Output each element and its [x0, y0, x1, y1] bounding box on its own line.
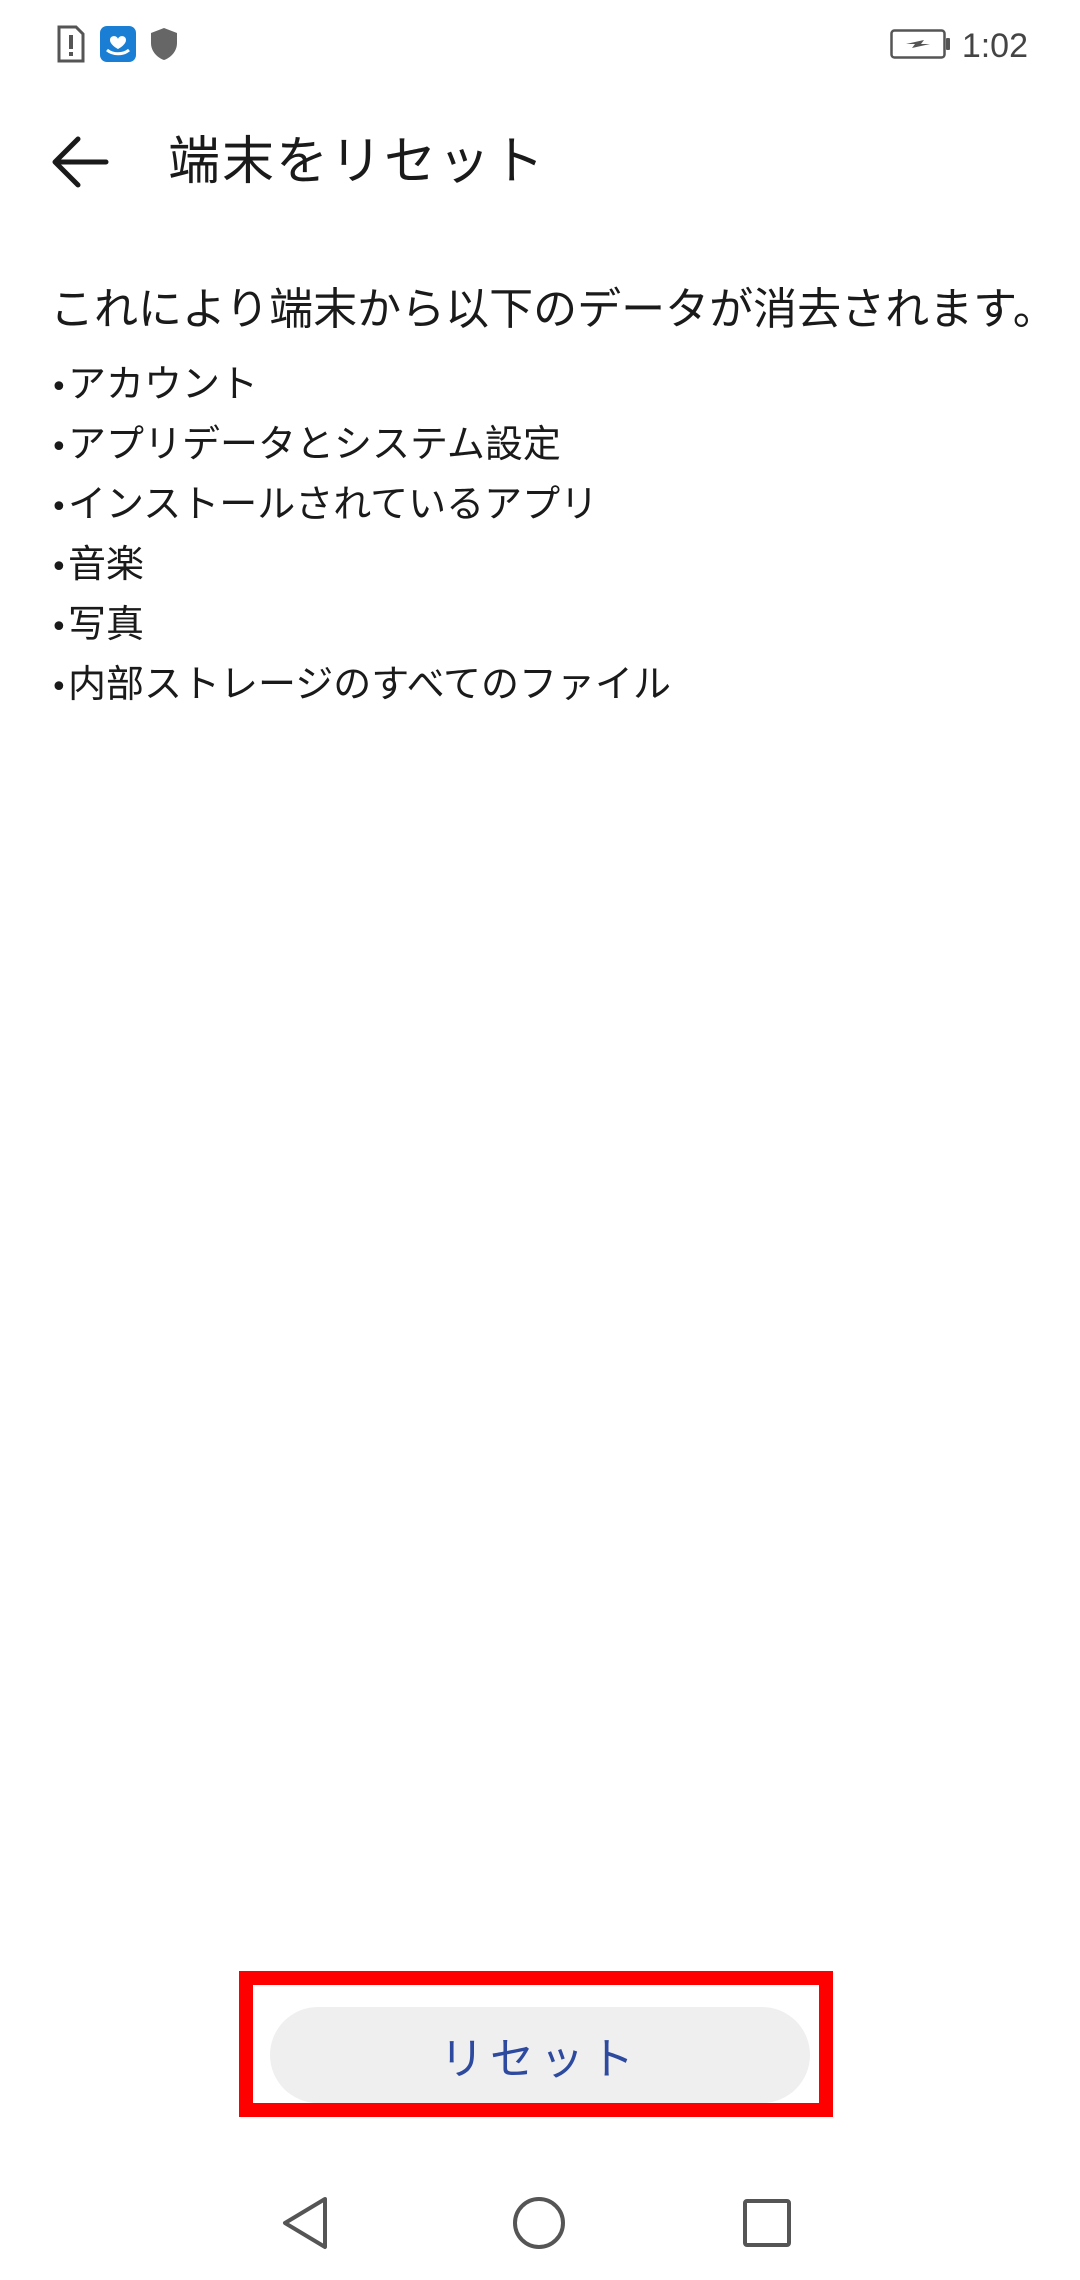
list-item: • アプリデータとシステム設定	[50, 416, 1080, 476]
app-notification-icon	[100, 26, 136, 66]
sim-alert-icon	[56, 25, 86, 67]
list-item: • インストールされているアプリ	[50, 476, 1080, 536]
list-item-label: 写真	[68, 602, 145, 646]
intro-text: これにより端末から以下のデータが消去されます。	[50, 284, 1057, 335]
page-title: 端末をリセット	[168, 132, 547, 192]
bullet: •	[50, 430, 68, 465]
list-item-label: 内部ストレージのすべてのファイル	[68, 662, 672, 706]
bullet: •	[50, 490, 68, 525]
status-icons-left	[56, 25, 178, 67]
list-item: • 音楽	[50, 536, 1080, 596]
battery-charging-icon	[890, 29, 952, 63]
list-item-label: インストールされているアプリ	[68, 482, 599, 526]
list-item-label: アカウント	[68, 362, 259, 406]
nav-recents-button[interactable]	[734, 2192, 800, 2258]
list-item: • アカウント	[50, 356, 1080, 416]
list-item-label: 音楽	[68, 542, 145, 586]
bullet: •	[50, 610, 68, 645]
status-icons-right: 1:02	[890, 24, 1028, 68]
bullet: •	[50, 670, 68, 705]
shield-icon	[150, 27, 178, 65]
status-time: 1:02	[961, 26, 1028, 65]
erased-data-list: • アカウント • アプリデータとシステム設定 • インストールされているアプリ…	[50, 356, 1080, 716]
home-circle-icon	[511, 2195, 567, 2255]
status-bar: 1:02	[0, 0, 1080, 92]
nav-back-button[interactable]	[272, 2192, 338, 2258]
back-button[interactable]	[44, 128, 116, 200]
nav-home-button[interactable]	[506, 2192, 572, 2258]
recents-square-icon	[742, 2198, 792, 2252]
app-bar: 端末をリセット	[0, 108, 1080, 216]
arrow-left-icon	[50, 134, 110, 194]
reset-button[interactable]: リセット	[270, 2007, 810, 2103]
bullet: •	[50, 370, 68, 405]
list-item-label: アプリデータとシステム設定	[68, 422, 561, 466]
bullet: •	[50, 550, 68, 585]
navigation-bar	[0, 2170, 1080, 2280]
list-item: • 写真	[50, 596, 1080, 656]
back-triangle-icon	[279, 2195, 331, 2255]
list-item: • 内部ストレージのすべてのファイル	[50, 656, 1080, 716]
main-content: これにより端末から以下のデータが消去されます。 • アカウント • アプリデータ…	[50, 280, 1080, 716]
